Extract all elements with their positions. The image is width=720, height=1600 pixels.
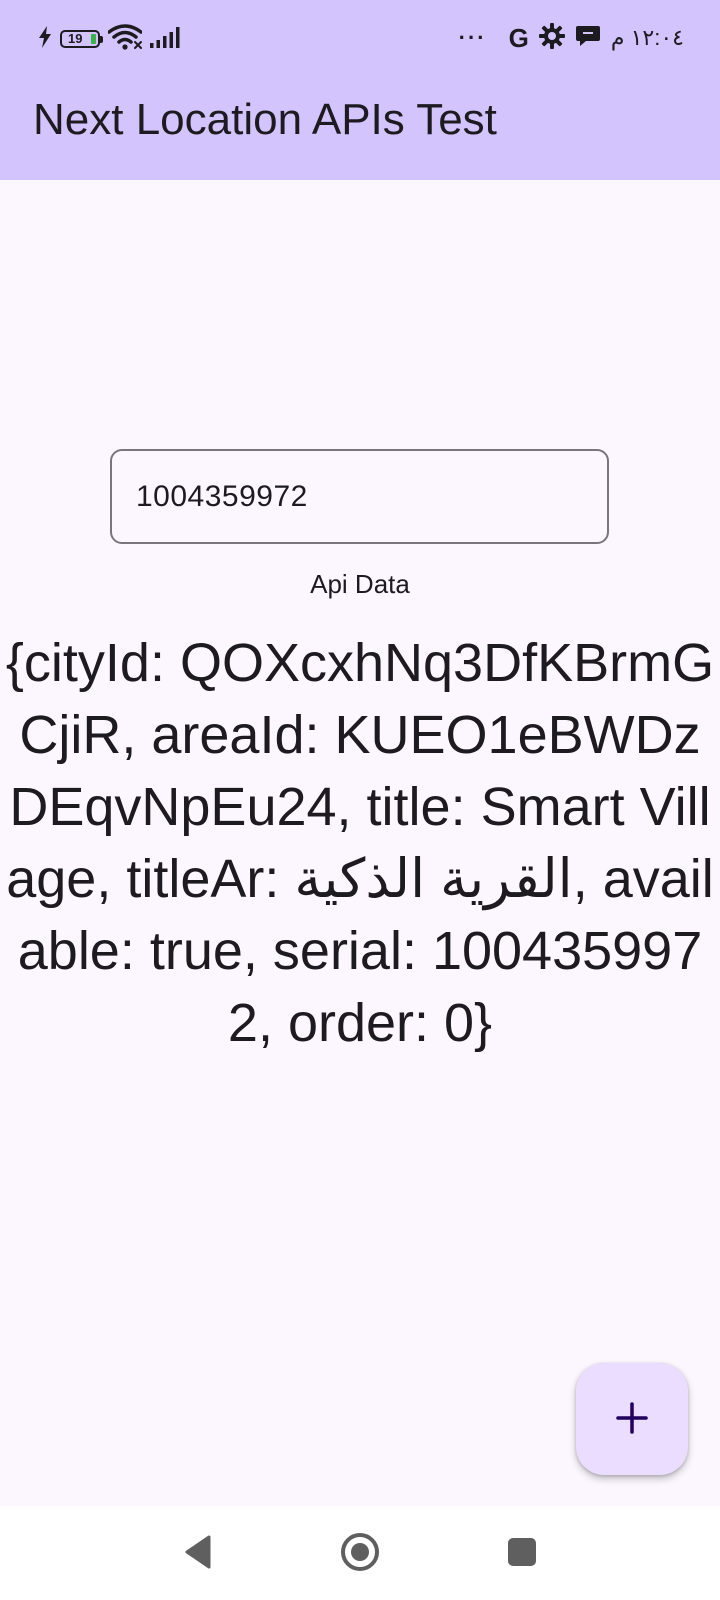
serial-input[interactable] — [110, 449, 609, 544]
more-notifications-icon: ··· — [458, 25, 487, 50]
back-icon — [183, 1534, 213, 1575]
api-result-text: {cityId: QOXcxhNq3DfKBrmGCjiR, areaId: K… — [5, 633, 715, 1053]
chat-bubble-icon — [575, 24, 601, 53]
add-fab-button[interactable] — [576, 1363, 688, 1475]
battery-fill — [91, 34, 96, 44]
home-icon — [339, 1531, 381, 1578]
plus-icon — [615, 1401, 649, 1438]
app-title: Next Location APIs Test — [33, 95, 497, 144]
system-navigation-bar — [0, 1506, 720, 1600]
home-button[interactable] — [332, 1526, 388, 1582]
wifi-icon — [107, 23, 143, 55]
app-bar: 19 ··· G ١٢:٠٤ م Next Location APIs Test — [0, 0, 720, 180]
api-data-label: Api Data — [310, 569, 410, 599]
recents-button[interactable] — [494, 1526, 550, 1582]
status-left-icons: 19 — [38, 23, 184, 55]
battery-level: 19 — [68, 31, 83, 46]
status-right-icons: ··· G ١٢:٠٤ م — [458, 22, 684, 54]
status-bar: 19 ··· G ١٢:٠٤ م — [0, 0, 720, 78]
back-button[interactable] — [170, 1526, 226, 1582]
battery-icon: 19 — [60, 30, 103, 48]
status-time: ١٢:٠٤ م — [610, 25, 684, 50]
recents-icon — [506, 1536, 538, 1573]
charging-bolt-icon — [38, 25, 52, 53]
gear-icon — [538, 22, 565, 54]
signal-icon — [150, 26, 184, 53]
google-icon: G — [508, 23, 529, 53]
